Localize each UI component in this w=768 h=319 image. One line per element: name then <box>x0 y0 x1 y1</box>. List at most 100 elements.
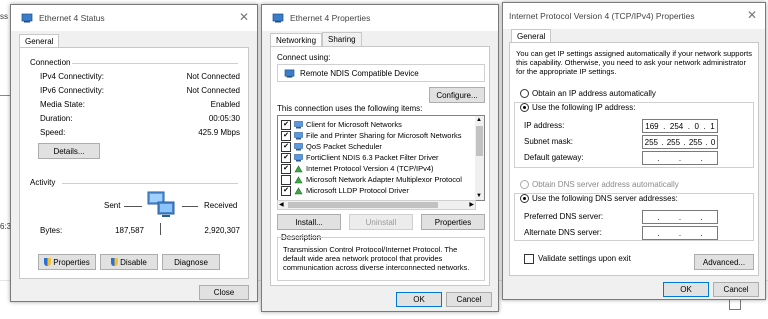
validate-checkbox[interactable] <box>524 254 534 264</box>
disable-button[interactable]: Disable <box>100 254 158 270</box>
ipv6-connectivity-value: Not Connected <box>186 86 240 95</box>
ok-button[interactable]: OK <box>396 292 442 307</box>
checkbox[interactable]: ✔ <box>281 141 291 152</box>
window-title: Ethernet 4 Status <box>39 13 105 23</box>
activity-header: Activity <box>30 178 56 187</box>
connect-using-label: Connect using: <box>277 53 331 62</box>
speed-value: 425.9 Mbps <box>198 128 240 137</box>
diagnose-button[interactable]: Diagnose <box>162 254 220 270</box>
duration-value: 00:05:30 <box>208 114 240 123</box>
list-item[interactable]: ✔ Client for Microsoft Networks <box>281 119 474 130</box>
ipv6-connectivity-label: IPv6 Connectivity: <box>40 86 105 95</box>
tab-general[interactable]: General <box>19 34 60 48</box>
sent-line <box>124 206 142 207</box>
obtain-dns-auto-radio[interactable] <box>520 180 529 189</box>
checkbox[interactable]: ✔ <box>281 130 291 141</box>
use-following-dns-label: Use the following DNS server addresses: <box>532 194 680 203</box>
shield-icon <box>44 258 52 266</box>
vertical-scrollbar[interactable]: ▲ ▼ <box>475 116 484 200</box>
protocol-icon <box>294 175 303 183</box>
protocol-icon <box>294 164 303 172</box>
checkbox[interactable]: ✔ <box>281 163 291 174</box>
horizontal-scrollbar[interactable]: ◀ ▶ <box>277 200 476 210</box>
intro-text: You can get IP settings assigned automat… <box>516 49 752 76</box>
checkbox[interactable]: ✔ <box>281 185 291 196</box>
properties-button[interactable]: Properties <box>38 254 96 270</box>
scroll-up-icon[interactable]: ▲ <box>476 117 482 123</box>
items-label: This connection uses the following items… <box>277 104 423 113</box>
ipv4-connectivity-value: Not Connected <box>186 72 240 81</box>
obtain-dns-auto-label: Obtain DNS server address automatically <box>532 180 679 189</box>
preferred-dns-field[interactable]: ... <box>642 210 718 224</box>
network-client-icon <box>294 120 303 128</box>
scroll-down-icon[interactable]: ▼ <box>476 193 482 199</box>
title-bar: Internet Protocol Version 4 (TCP/IPv4) P… <box>503 3 765 29</box>
item-properties-button[interactable]: Properties <box>421 214 485 230</box>
network-adapter-icon <box>284 69 295 78</box>
tab-networking[interactable]: Networking <box>270 33 323 47</box>
list-item-label: Internet Protocol Version 4 (TCP/IPv4) <box>306 164 434 173</box>
bytes-sent-value: 187,587 <box>115 226 144 235</box>
disable-button-label: Disable <box>120 257 147 267</box>
checkbox[interactable] <box>281 174 291 185</box>
list-item[interactable]: ✔ File and Printer Sharing for Microsoft… <box>281 130 474 141</box>
use-following-ip-label: Use the following IP address: <box>532 103 638 112</box>
bytes-received-value: 2,920,307 <box>204 226 240 235</box>
duration-label: Duration: <box>40 114 73 123</box>
close-button[interactable]: Close <box>199 285 249 300</box>
scroll-right-icon[interactable]: ▶ <box>469 201 474 208</box>
scrollbar-thumb[interactable] <box>476 126 483 156</box>
details-button[interactable]: Details... <box>38 143 100 159</box>
scrollbar-thumb[interactable] <box>288 202 438 208</box>
obtain-ip-auto-label: Obtain an IP address automatically <box>532 89 656 98</box>
ipv4-properties-dialog: Internet Protocol Version 4 (TCP/IPv4) P… <box>502 2 766 300</box>
cancel-button[interactable]: Cancel <box>713 282 759 297</box>
install-button[interactable]: Install... <box>277 214 341 230</box>
group-divider <box>62 183 238 184</box>
scroll-left-icon[interactable]: ◀ <box>279 201 284 208</box>
checkbox[interactable]: ✔ <box>281 119 291 130</box>
preferred-dns-label: Preferred DNS server: <box>524 212 604 221</box>
components-list[interactable]: ✔ Client for Microsoft Networks ✔ File a… <box>277 115 485 201</box>
list-item[interactable]: Microsoft Network Adapter Multiplexor Pr… <box>281 174 474 185</box>
subnet-mask-field[interactable]: 255. 255. 255. 0 <box>642 135 718 149</box>
validate-label: Validate settings upon exit <box>538 254 631 263</box>
connection-header: Connection <box>30 58 71 67</box>
general-panel: You can get IP settings assigned automat… <box>509 42 759 276</box>
media-state-label: Media State: <box>40 100 85 109</box>
close-icon[interactable]: ✕ <box>239 11 249 23</box>
list-item[interactable]: ✔ Microsoft LLDP Protocol Driver <box>281 185 474 196</box>
default-gateway-label: Default gateway: <box>524 153 584 162</box>
ip-address-field[interactable]: 169. 254. 0. 1 <box>642 119 718 133</box>
bytes-label: Bytes: <box>40 226 63 235</box>
default-gateway-field[interactable]: ... <box>642 151 718 165</box>
network-client-icon <box>294 142 303 150</box>
alternate-dns-field[interactable]: ... <box>642 226 718 240</box>
tab-general[interactable]: General <box>511 29 552 43</box>
shield-icon <box>111 258 119 266</box>
list-item-label: Client for Microsoft Networks <box>306 120 402 129</box>
configure-button[interactable]: Configure... <box>429 87 485 103</box>
close-icon[interactable]: ✕ <box>747 9 757 21</box>
use-following-dns-radio[interactable] <box>520 194 529 203</box>
protocol-icon <box>294 186 303 194</box>
uninstall-button[interactable]: Uninstall <box>349 214 413 230</box>
status-dialog: Ethernet 4 Status ✕ General Connection I… <box>10 4 258 302</box>
properties-dialog: Ethernet 4 Properties Networking Sharing… <box>261 4 499 312</box>
ok-button[interactable]: OK <box>663 282 709 297</box>
obtain-ip-auto-radio[interactable] <box>520 89 529 98</box>
checkbox[interactable]: ✔ <box>281 152 291 163</box>
speed-label: Speed: <box>40 128 66 137</box>
ip-address-label: IP address: <box>524 121 565 130</box>
alternate-dns-label: Alternate DNS server: <box>524 228 602 237</box>
cancel-button[interactable]: Cancel <box>446 292 492 307</box>
list-item[interactable]: ✔ QoS Packet Scheduler <box>281 141 474 152</box>
list-item[interactable]: ✔ FortiClient NDIS 6.3 Packet Filter Dri… <box>281 152 474 163</box>
group-divider <box>72 63 238 64</box>
advanced-button[interactable]: Advanced... <box>694 254 754 270</box>
tab-sharing[interactable]: Sharing <box>322 32 362 46</box>
description-text: Transmission Control Protocol/Internet P… <box>283 245 470 272</box>
use-following-ip-radio[interactable] <box>520 103 529 112</box>
list-item[interactable]: ✔ Internet Protocol Version 4 (TCP/IPv4) <box>281 163 474 174</box>
sent-label: Sent <box>104 201 121 210</box>
